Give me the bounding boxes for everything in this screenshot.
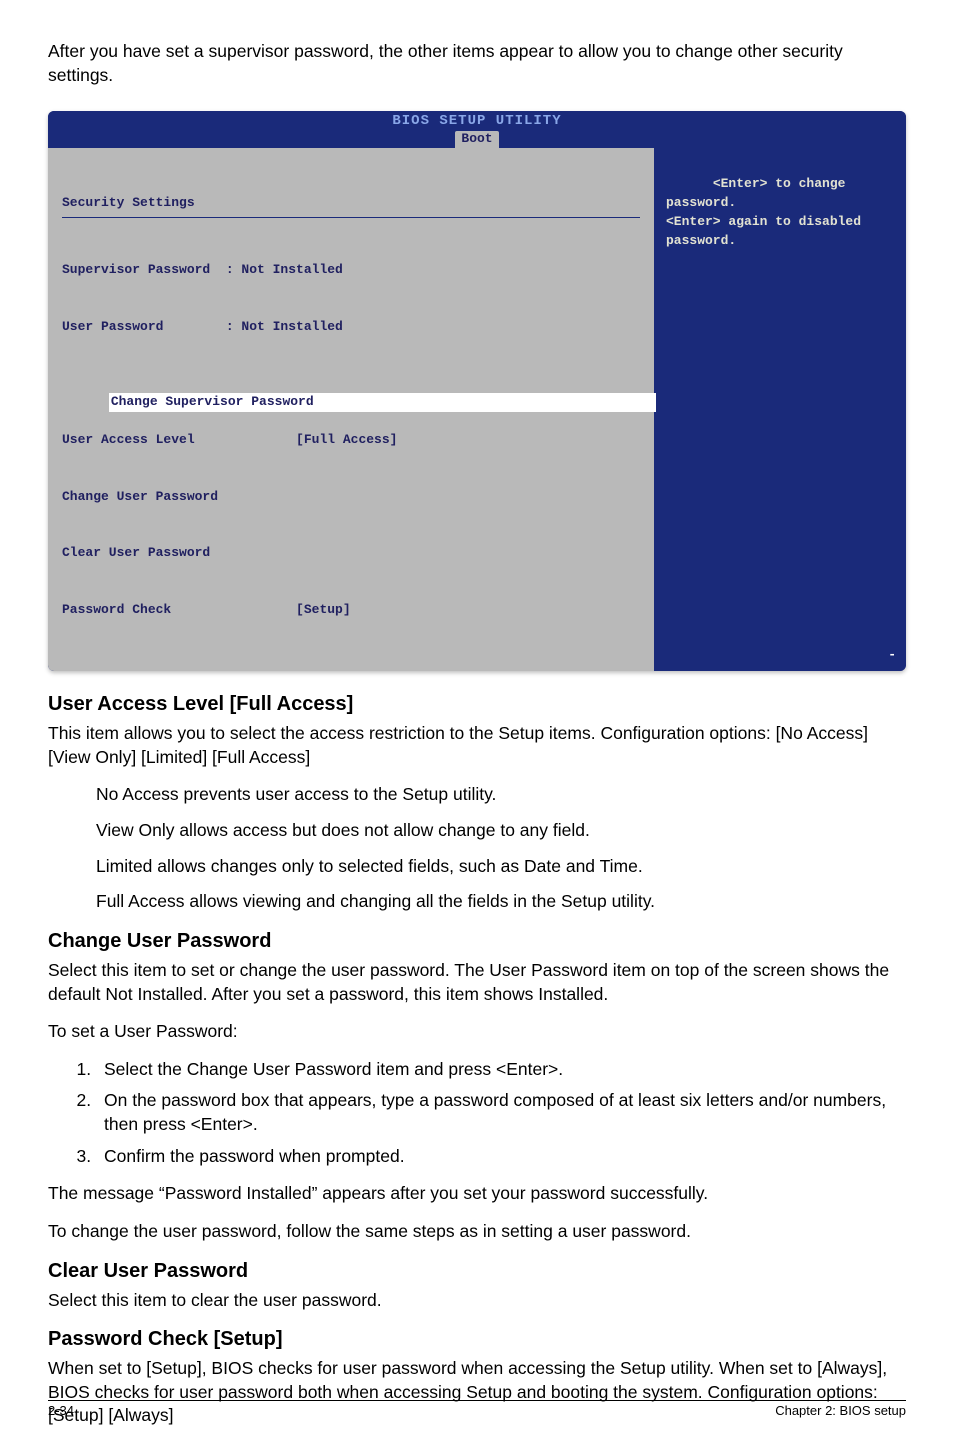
bios-row-password-check: Password Check [Setup] — [62, 601, 640, 620]
para-no-access: No Access prevents user access to the Se… — [96, 783, 906, 807]
bios-row-change-supervisor: Change Supervisor Password — [109, 393, 687, 412]
heading-password-check: Password Check [Setup] — [48, 1328, 906, 1351]
para-user-access-desc: This item allows you to select the acces… — [48, 722, 906, 769]
steps-set-user-password: Select the Change User Password item and… — [48, 1058, 906, 1169]
bios-row-clear-user: Clear User Password — [62, 544, 640, 563]
para-clear-user: Select this item to clear the user passw… — [48, 1289, 906, 1313]
para-change-user-steps: To change the user password, follow the … — [48, 1220, 906, 1244]
bios-tab-row: Boot — [48, 129, 906, 148]
para-limited: Limited allows changes only to selected … — [96, 855, 906, 879]
heading-user-access-level: User Access Level [Full Access] — [48, 693, 906, 716]
step-2: On the password box that appears, type a… — [96, 1089, 906, 1136]
page-footer: 2-34 Chapter 2: BIOS setup — [48, 1400, 906, 1418]
para-to-set-user: To set a User Password: — [48, 1020, 906, 1044]
bios-tab-boot: Boot — [455, 131, 498, 148]
bios-row-supervisor: Supervisor Password : Not Installed — [62, 261, 640, 280]
bios-row-change-user: Change User Password — [62, 488, 640, 507]
bios-help-text: <Enter> to change password. <Enter> agai… — [666, 176, 869, 248]
intro-paragraph: After you have set a supervisor password… — [48, 40, 906, 87]
bios-dash: - — [888, 646, 896, 665]
bios-row-access-level: User Access Level [Full Access] — [62, 431, 640, 450]
step-1: Select the Change User Password item and… — [96, 1058, 906, 1082]
bios-screenshot: BIOS SETUP UTILITY Boot Security Setting… — [48, 111, 906, 671]
page-number: 2-34 — [48, 1403, 74, 1418]
step-3: Confirm the password when prompted. — [96, 1145, 906, 1169]
chapter-label: Chapter 2: BIOS setup — [775, 1403, 906, 1418]
bios-security-heading: Security Settings — [62, 194, 640, 218]
heading-clear-user-password: Clear User Password — [48, 1260, 906, 1283]
para-password-installed: The message “Password Installed” appears… — [48, 1182, 906, 1206]
bios-right-pane: <Enter> to change password. <Enter> agai… — [656, 148, 906, 671]
bios-left-pane: Security Settings Supervisor Password : … — [48, 148, 656, 671]
para-full-access: Full Access allows viewing and changing … — [96, 890, 906, 914]
para-view-only: View Only allows access but does not all… — [96, 819, 906, 843]
bios-title: BIOS SETUP UTILITY — [48, 111, 906, 129]
heading-change-user-password: Change User Password — [48, 930, 906, 953]
para-change-user-desc: Select this item to set or change the us… — [48, 959, 906, 1006]
bios-row-user: User Password : Not Installed — [62, 318, 640, 337]
